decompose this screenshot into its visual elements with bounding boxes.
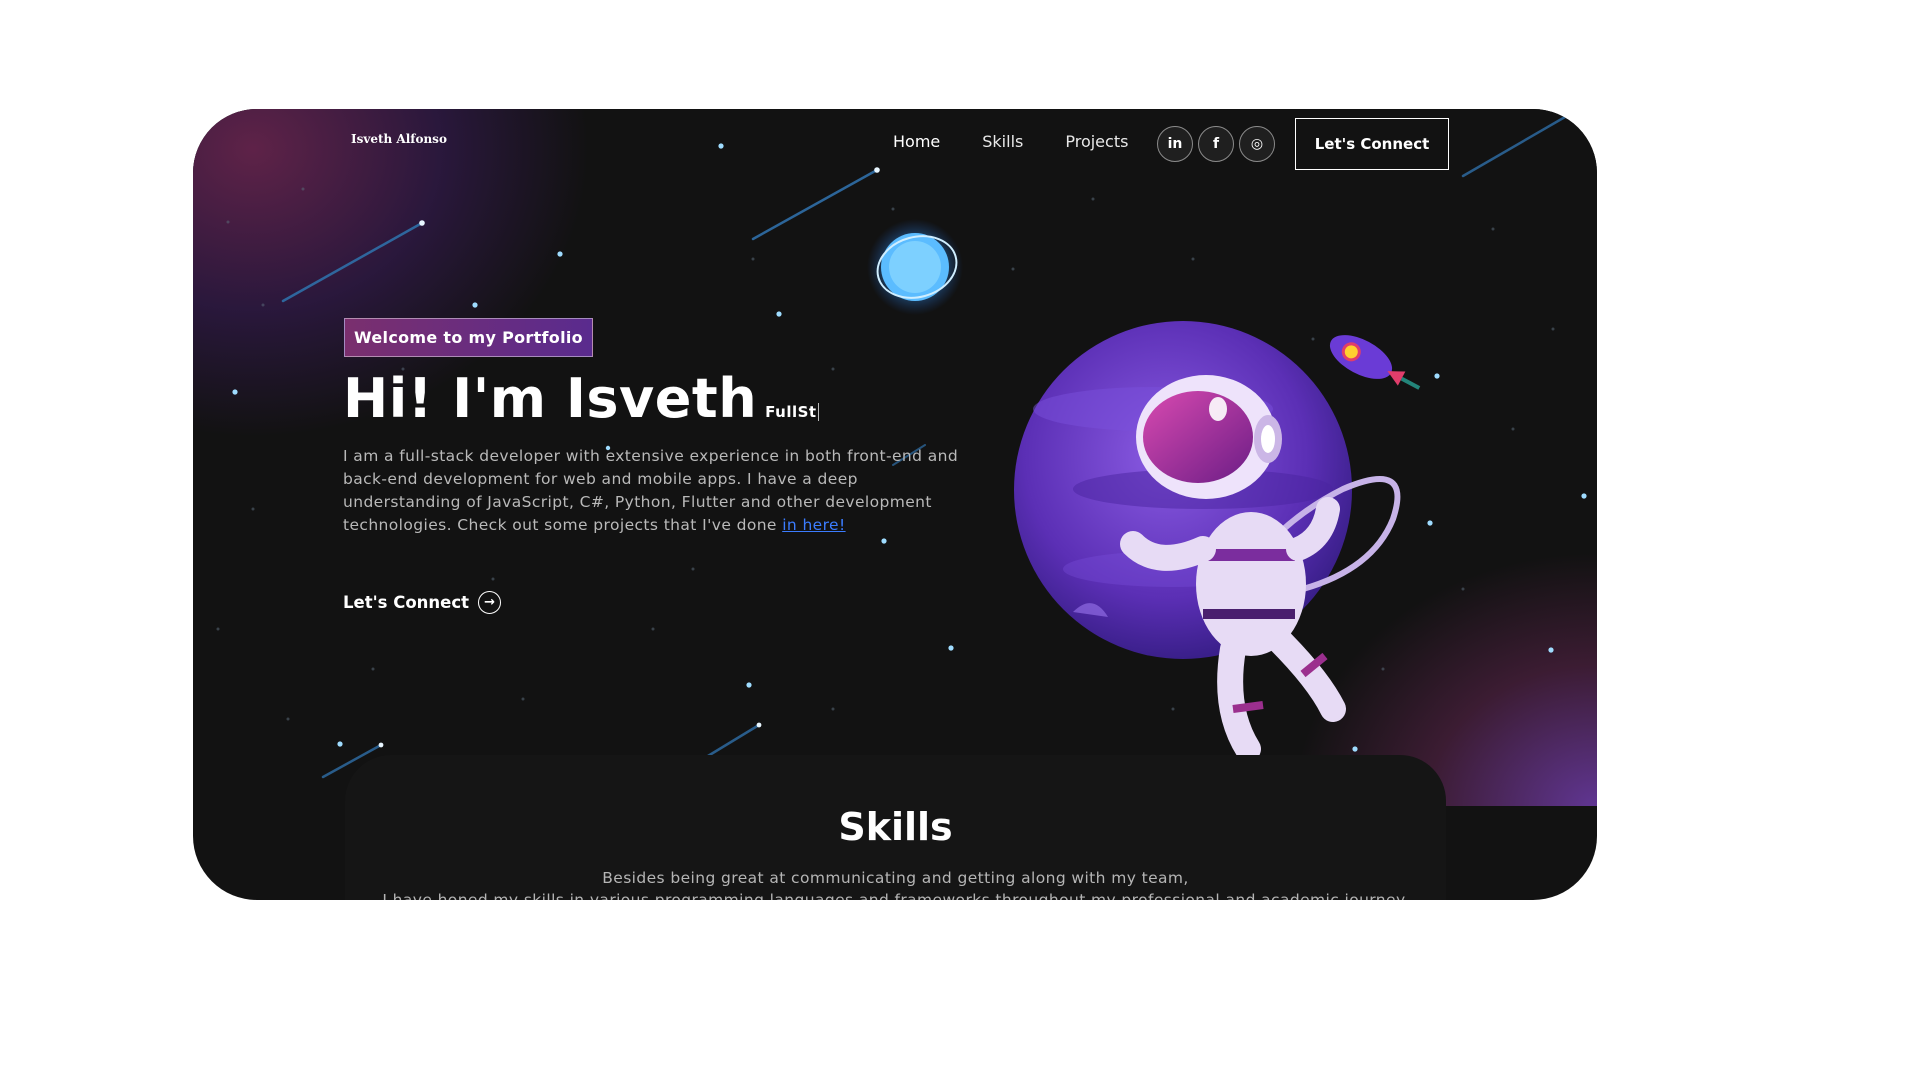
site-logo[interactable]: Isveth Alfonso — [351, 132, 447, 146]
hero-connect-button[interactable]: Let's Connect → — [343, 591, 502, 614]
social-links: in f ◎ — [1157, 126, 1275, 162]
rotating-role-text: FullSt — [765, 403, 819, 421]
portfolio-window: Isveth Alfonso Home Skills Projects in f… — [193, 109, 1597, 900]
lets-connect-button[interactable]: Let's Connect — [1295, 118, 1449, 170]
nav-home[interactable]: Home — [893, 132, 940, 151]
skills-line-2: I have honed my skills in various progra… — [382, 891, 1409, 900]
nav-skills[interactable]: Skills — [982, 132, 1023, 151]
nav-projects[interactable]: Projects — [1065, 132, 1128, 151]
arrow-right-circle-icon: → — [478, 591, 502, 614]
hero-connect-label: Let's Connect — [343, 593, 470, 612]
skills-description: Besides being great at communicating and… — [345, 867, 1446, 900]
facebook-icon[interactable]: f — [1198, 126, 1234, 162]
welcome-tagline: Welcome to my Portfolio — [344, 318, 593, 357]
hero-heading-text: Hi! I'm Isveth — [343, 367, 758, 430]
hero-intro: I am a full-stack developer with extensi… — [343, 445, 973, 537]
projects-link[interactable]: in here! — [782, 516, 845, 534]
hero-intro-text: I am a full-stack developer with extensi… — [343, 447, 959, 534]
hero-heading: Hi! I'm Isveth FullSt — [343, 367, 819, 430]
instagram-icon[interactable]: ◎ — [1239, 126, 1275, 162]
skills-section: Skills Besides being great at communicat… — [345, 755, 1446, 900]
skills-line-1: Besides being great at communicating and… — [602, 869, 1189, 887]
main-nav: Home Skills Projects — [893, 132, 1128, 151]
skills-title: Skills — [838, 805, 953, 849]
linkedin-icon[interactable]: in — [1157, 126, 1193, 162]
hero-background: Isveth Alfonso Home Skills Projects in f… — [193, 109, 1597, 806]
